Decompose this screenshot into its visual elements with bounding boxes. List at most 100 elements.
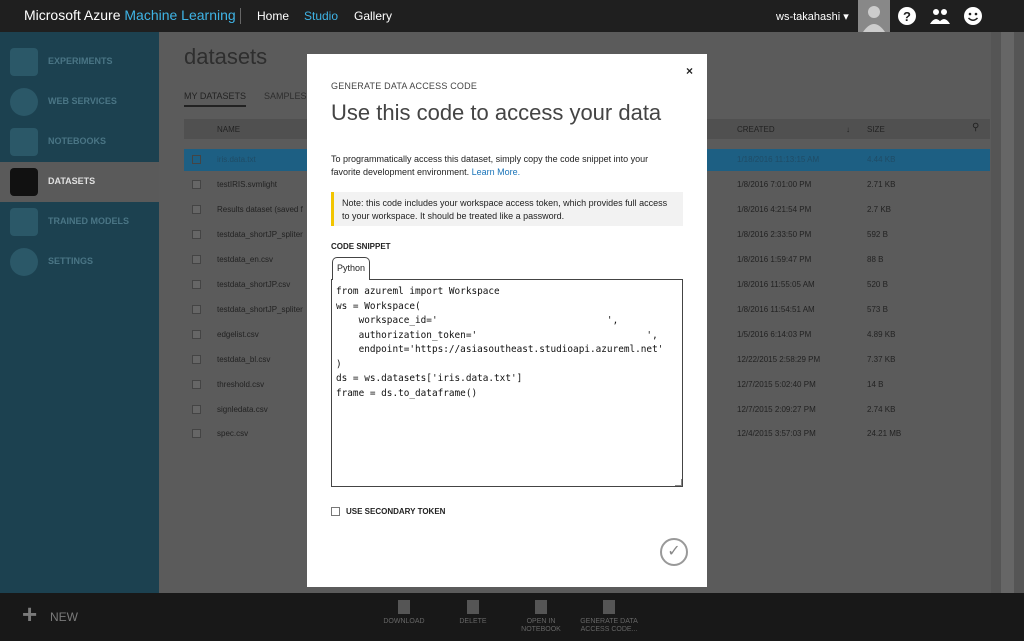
trash-icon xyxy=(467,600,479,614)
code-snippet-textarea[interactable]: from azureml import Workspace ws = Works… xyxy=(331,279,683,487)
brand-suffix: Machine Learning xyxy=(124,7,236,23)
scrollbar[interactable] xyxy=(991,32,1024,593)
row-created: 1/5/2016 6:14:03 PM xyxy=(737,330,812,339)
sort-down-icon[interactable]: ↓ xyxy=(846,125,850,134)
brand-prefix: Microsoft Azure xyxy=(24,7,121,23)
generate-data-access-code-button[interactable]: GENERATE DATA ACCESS CODE... xyxy=(574,600,644,634)
row-size: 4.44 KB xyxy=(867,155,896,164)
action-label: OPEN IN NOTEBOOK xyxy=(521,618,561,633)
scrollbar-thumb[interactable] xyxy=(1001,32,1014,593)
flask-icon xyxy=(10,48,38,76)
column-size[interactable]: SIZE xyxy=(867,125,885,134)
row-name: testdata_en.csv xyxy=(217,255,274,264)
search-icon[interactable]: ⚲ xyxy=(972,122,979,133)
sidebar-item-label: DATASETS xyxy=(48,176,96,186)
row-checkbox[interactable] xyxy=(192,355,201,364)
row-checkbox[interactable] xyxy=(192,380,201,389)
sidebar-item-label: TRAINED MODELS xyxy=(48,216,129,226)
action-label: GENERATE DATA ACCESS CODE... xyxy=(580,618,638,633)
delete-button[interactable]: DELETE xyxy=(438,600,508,626)
cube-icon xyxy=(10,208,38,236)
row-name: signledata.csv xyxy=(217,405,268,414)
sidebar-item-label: SETTINGS xyxy=(48,256,94,266)
use-secondary-token-checkbox[interactable]: USE SECONDARY TOKEN xyxy=(331,507,446,517)
avatar[interactable] xyxy=(858,0,890,32)
help-icon[interactable]: ? xyxy=(891,0,923,32)
divider xyxy=(240,8,241,24)
row-checkbox[interactable] xyxy=(192,429,201,438)
nav-gallery[interactable]: Gallery xyxy=(354,9,392,23)
token-warning-note: Note: this code includes your workspace … xyxy=(331,192,683,226)
row-checkbox[interactable] xyxy=(192,205,201,214)
row-size: 520 B xyxy=(867,280,888,289)
user-menu[interactable]: ws-takahashi ▾ xyxy=(776,10,849,23)
plus-icon: + xyxy=(22,599,38,629)
dialog-description: To programmatically access this dataset,… xyxy=(331,153,661,179)
row-size: 88 B xyxy=(867,255,884,264)
notebook-icon xyxy=(10,128,38,156)
row-size: 592 B xyxy=(867,230,888,239)
row-name: testdata_bl.csv xyxy=(217,355,271,364)
brand[interactable]: Microsoft Azure Machine Learning xyxy=(24,7,236,23)
sidebar-item-notebooks[interactable]: NOTEBOOKS xyxy=(0,122,159,162)
resize-handle[interactable] xyxy=(675,479,682,486)
open-in-notebook-button[interactable]: OPEN IN NOTEBOOK xyxy=(506,600,576,634)
gear-icon xyxy=(10,248,38,276)
checkmark-icon: ✓ xyxy=(667,543,681,560)
row-name: testdata_shortJP_spliter xyxy=(217,230,303,239)
row-checkbox[interactable] xyxy=(192,230,201,239)
community-icon[interactable] xyxy=(924,0,956,32)
row-created: 12/4/2015 3:57:03 PM xyxy=(737,429,816,438)
row-created: 1/18/2016 11:13:15 AM xyxy=(737,155,820,164)
sidebar-item-trained-models[interactable]: TRAINED MODELS xyxy=(0,202,159,242)
sidebar-item-label: NOTEBOOKS xyxy=(48,136,107,146)
row-name: testIRIS.svmlight xyxy=(217,180,278,189)
row-checkbox[interactable] xyxy=(192,155,201,164)
dialog-title: Use this code to access your data xyxy=(331,100,662,125)
top-bar: Microsoft Azure Machine Learning Home St… xyxy=(0,0,1024,32)
row-size: 14 B xyxy=(867,380,884,389)
nav-studio[interactable]: Studio xyxy=(304,9,338,23)
row-created: 12/7/2015 2:09:27 PM xyxy=(737,405,816,414)
row-name: spec.csv xyxy=(217,429,249,438)
row-checkbox[interactable] xyxy=(192,280,201,289)
row-created: 1/8/2016 11:54:51 AM xyxy=(737,305,815,314)
row-checkbox[interactable] xyxy=(192,305,201,314)
page-title: datasets xyxy=(184,44,268,69)
sidebar-item-web-services[interactable]: WEB SERVICES xyxy=(0,82,159,122)
row-created: 1/8/2016 4:21:54 PM xyxy=(737,205,812,214)
download-button[interactable]: DOWNLOAD xyxy=(369,600,439,626)
tab-my-datasets[interactable]: MY DATASETS xyxy=(184,91,247,107)
row-size: 573 B xyxy=(867,305,888,314)
row-size: 2.7 KB xyxy=(867,205,892,214)
download-icon xyxy=(398,600,410,614)
nav-home[interactable]: Home xyxy=(257,9,289,23)
row-name: testdata_shortJP_spliter xyxy=(217,305,303,314)
checkbox-box[interactable] xyxy=(331,507,340,517)
column-name[interactable]: NAME xyxy=(217,125,240,134)
column-created[interactable]: CREATED xyxy=(737,125,775,134)
sidebar-item-datasets[interactable]: DATASETS xyxy=(0,162,159,202)
row-size: 7.37 KB xyxy=(867,355,896,364)
tab-samples[interactable]: SAMPLES xyxy=(264,91,307,101)
learn-more-link[interactable]: Learn More. xyxy=(472,167,521,177)
row-created: 12/22/2015 2:58:29 PM xyxy=(737,355,821,364)
row-created: 1/8/2016 7:01:00 PM xyxy=(737,180,812,189)
feedback-smiley-icon[interactable] xyxy=(957,0,989,32)
row-name: threshold.csv xyxy=(217,380,265,389)
row-checkbox[interactable] xyxy=(192,180,201,189)
close-icon[interactable]: × xyxy=(686,64,693,78)
code-icon xyxy=(603,600,615,614)
row-created: 1/8/2016 2:33:50 PM xyxy=(737,230,812,239)
row-checkbox[interactable] xyxy=(192,255,201,264)
row-checkbox[interactable] xyxy=(192,330,201,339)
code-snippet-label: CODE SNIPPET xyxy=(331,242,391,251)
sidebar-item-experiments[interactable]: EXPERIMENTS xyxy=(0,42,159,82)
row-size: 2.71 KB xyxy=(867,180,896,189)
ok-button[interactable]: ✓ xyxy=(660,538,688,566)
sidebar-item-settings[interactable]: SETTINGS xyxy=(0,242,159,282)
generate-data-access-code-dialog: × GENERATE DATA ACCESS CODE Use this cod… xyxy=(307,54,707,587)
secondary-token-label: USE SECONDARY TOKEN xyxy=(346,507,446,516)
tab-python[interactable]: Python xyxy=(332,257,370,280)
row-checkbox[interactable] xyxy=(192,405,201,414)
